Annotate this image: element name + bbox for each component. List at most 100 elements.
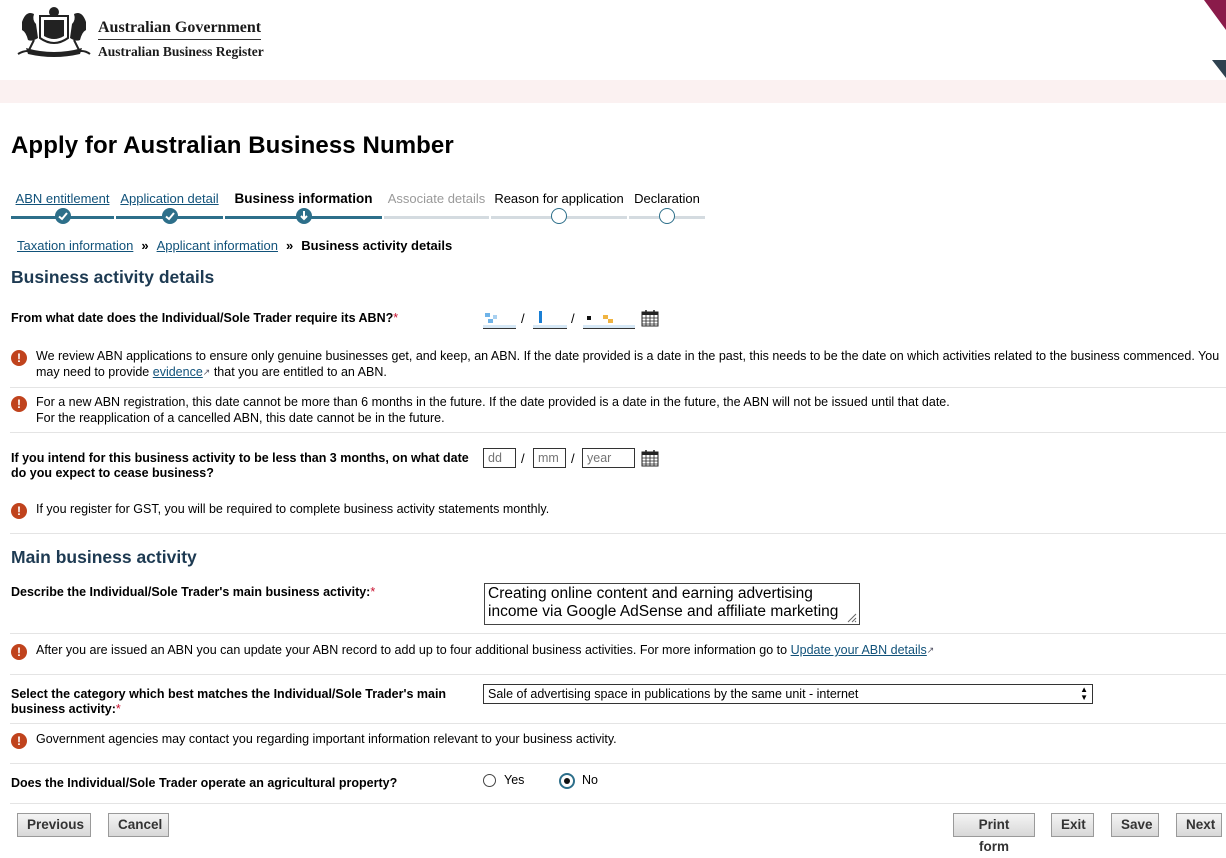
select-arrows-icon: ▲ ▼ (1080, 685, 1088, 702)
corner-decoration (1204, 0, 1226, 78)
divider (10, 674, 1226, 675)
warning-icon: ! (11, 350, 27, 366)
start-date-label: From what date does the Individual/Sole … (11, 311, 471, 326)
divider (10, 723, 1226, 724)
evidence-link[interactable]: evidence (153, 365, 203, 379)
step-abn-entitlement[interactable]: ABN entitlement (11, 180, 114, 224)
category-selected-value: Sale of advertising space in publication… (488, 687, 859, 701)
note-line: For a new ABN registration, this date ca… (36, 395, 950, 409)
step-reason-for-application: Reason for application (491, 180, 627, 224)
breadcrumb-separator: » (285, 238, 294, 253)
note-text: We review ABN applications to ensure onl… (36, 349, 1221, 380)
step-label: Associate details (387, 191, 486, 206)
update-abn-note: ! After you are issued an ABN you can up… (11, 643, 1221, 660)
date-separator: / (571, 311, 575, 326)
breadcrumb-applicant-information[interactable]: Applicant information (157, 238, 278, 253)
site-header: Australian Government Australian Busines… (0, 0, 1226, 80)
warning-icon: ! (11, 503, 27, 519)
step-business-information: Business information (225, 180, 382, 224)
step-label: Declaration (634, 191, 700, 206)
note-line: For the reapplication of a cancelled ABN… (36, 410, 445, 425)
category-question: Select the category which best matches t… (11, 687, 447, 716)
pending-step-icon (551, 208, 567, 224)
date-separator: / (521, 311, 525, 326)
cease-date-question: If you intend for this business activity… (11, 451, 469, 480)
calendar-icon[interactable] (641, 449, 659, 467)
step-label: Reason for application (494, 191, 624, 206)
warning-icon: ! (11, 644, 27, 660)
date-separator: / (571, 451, 575, 466)
register-name: Australian Business Register (98, 44, 264, 59)
start-month-field[interactable] (533, 309, 567, 329)
note-text-part: that you are entitled to an ABN. (210, 364, 387, 379)
update-abn-details-link[interactable]: Update your ABN details (791, 643, 927, 657)
current-step-icon (295, 208, 312, 224)
divider (10, 633, 1226, 634)
divider (10, 533, 1226, 534)
main-activity-heading: Main business activity (11, 547, 197, 567)
required-marker: * (115, 702, 121, 716)
warning-icon: ! (11, 733, 27, 749)
note-text: If you register for GST, you will be req… (36, 502, 550, 516)
divider (10, 432, 1226, 433)
cease-year-input[interactable] (582, 448, 635, 468)
step-label: ABN entitlement (15, 191, 110, 206)
header-divider (98, 39, 261, 40)
agricultural-yes-label[interactable]: Yes (504, 773, 524, 787)
note-text: Government agencies may contact you rega… (36, 732, 617, 746)
note-text: For a new ABN registration, this date ca… (36, 395, 1221, 426)
government-name: Australian Government (98, 19, 262, 36)
describe-activity-label: Describe the Individual/Sole Trader's ma… (11, 585, 476, 600)
future-date-note: ! For a new ABN registration, this date … (11, 395, 1221, 427)
calendar-icon[interactable] (641, 309, 659, 327)
next-button[interactable]: Next (1176, 813, 1222, 837)
step-label: Application detail (120, 191, 219, 206)
agricultural-question: Does the Individual/Sole Trader operate … (11, 776, 398, 790)
breadcrumb-taxation-information[interactable]: Taxation information (17, 238, 133, 253)
resize-grip-icon[interactable] (845, 611, 857, 623)
step-label: Business information (234, 191, 373, 206)
breadcrumb-separator: » (141, 238, 149, 253)
divider (10, 387, 1226, 388)
date-review-note: ! We review ABN applications to ensure o… (11, 349, 1221, 383)
note-text-part: After you are issued an ABN you can upda… (36, 643, 791, 657)
cease-day-input[interactable] (483, 448, 516, 468)
describe-activity-question: Describe the Individual/Sole Trader's ma… (11, 585, 371, 599)
start-year-field[interactable] (583, 309, 635, 329)
date-separator: / (521, 451, 525, 466)
breadcrumb: Taxation information » Applicant informati… (17, 238, 452, 253)
category-select[interactable]: Sale of advertising space in publication… (483, 684, 1093, 704)
start-day-field[interactable] (483, 309, 516, 329)
agricultural-no-radio[interactable] (559, 773, 575, 789)
start-date-question: From what date does the Individual/Sole … (11, 311, 394, 325)
pending-step-icon (659, 208, 675, 224)
required-marker: * (370, 585, 376, 599)
step-application-detail[interactable]: Application detail (116, 180, 223, 224)
category-label: Select the category which best matches t… (11, 687, 476, 717)
breadcrumb-current: Business activity details (301, 238, 453, 253)
external-link-icon: ↗ (926, 645, 935, 655)
activity-description-textarea[interactable] (484, 583, 860, 625)
coat-of-arms-logo (17, 7, 91, 57)
agricultural-yes-radio[interactable] (483, 774, 496, 787)
agricultural-no-label[interactable]: No (582, 773, 598, 787)
exit-button[interactable]: Exit (1051, 813, 1094, 837)
divider (10, 763, 1226, 764)
cancel-button[interactable]: Cancel (108, 813, 169, 837)
cease-month-input[interactable] (533, 448, 566, 468)
contact-note: ! Government agencies may contact you re… (11, 732, 1221, 749)
gst-note: ! If you register for GST, you will be r… (11, 502, 1221, 519)
page-title: Apply for Australian Business Number (11, 132, 454, 159)
divider (10, 803, 1226, 804)
note-text: After you are issued an ABN you can upda… (36, 643, 1221, 659)
check-icon (54, 208, 71, 224)
step-associate-details: Associate details (384, 180, 489, 219)
previous-button[interactable]: Previous (17, 813, 91, 837)
business-activity-heading: Business activity details (11, 267, 215, 287)
save-button[interactable]: Save (1111, 813, 1159, 837)
step-declaration: Declaration (629, 180, 705, 224)
required-marker: * (393, 311, 399, 325)
print-form-button[interactable]: Print form (953, 813, 1035, 854)
header-band (0, 80, 1226, 103)
check-icon (161, 208, 178, 224)
